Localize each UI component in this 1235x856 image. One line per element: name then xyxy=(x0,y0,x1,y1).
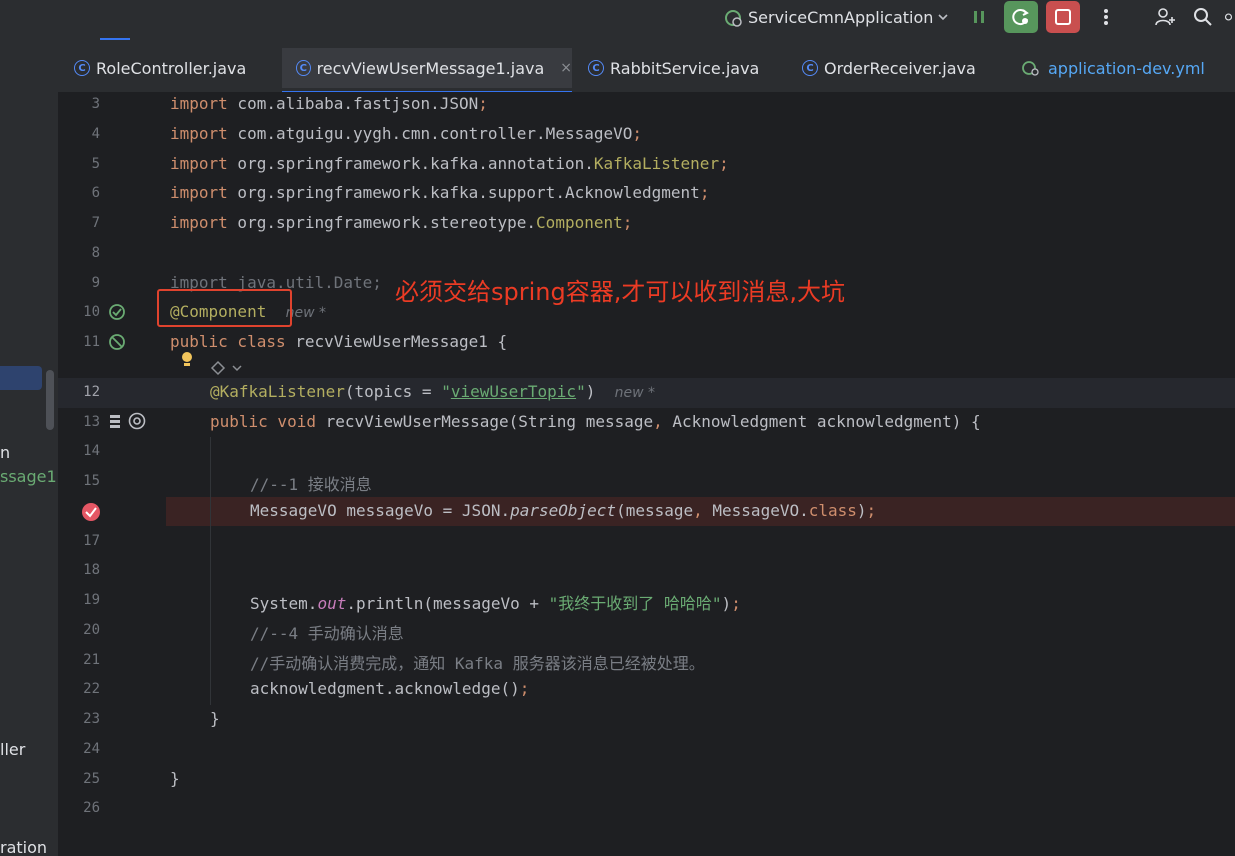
code-line: public class recvViewUserMessage1 { xyxy=(170,332,508,351)
more-actions-button[interactable] xyxy=(1089,1,1123,33)
chevron-down-icon xyxy=(938,14,949,21)
line-number: 20 xyxy=(83,622,100,638)
spring-boot-icon xyxy=(725,10,742,27)
indent-guide xyxy=(210,437,211,705)
add-user-icon xyxy=(1155,8,1175,26)
code-line: import com.atguigu.yygh.cmn.controller.M… xyxy=(170,124,643,143)
line-number: 9 xyxy=(91,275,100,291)
code-line: //手动确认消费完成，通知 Kafka 服务器该消息已经被处理。 xyxy=(250,654,705,673)
line-number: 5 xyxy=(91,156,100,172)
line-number: 10 xyxy=(83,304,100,320)
settings-button[interactable] xyxy=(1222,1,1235,33)
tree-item-fragment[interactable]: ssage1 xyxy=(0,467,57,486)
line-number: 17 xyxy=(83,533,100,549)
pause-button[interactable] xyxy=(962,1,996,33)
tab-label: RoleController.java xyxy=(96,58,247,78)
code-line: import org.springframework.kafka.support… xyxy=(170,183,710,202)
tree-item-fragment[interactable]: ller xyxy=(0,740,25,759)
annotation-note: 必须交给spring容器,才可以收到消息,大坑 xyxy=(395,278,845,306)
code-line: } xyxy=(210,709,220,728)
code-line: System.out.println(messageVo + "我终于收到了 哈… xyxy=(250,594,741,613)
class-icon: C xyxy=(296,60,311,76)
tab-label: recvViewUserMessage1.java xyxy=(316,58,545,78)
pause-icon xyxy=(974,11,984,23)
code-line: import org.springframework.kafka.annotat… xyxy=(170,154,729,173)
line-number: 3 xyxy=(91,96,100,112)
project-panel: n ssage1 ller ration xyxy=(0,92,58,856)
code-line: //--4 手动确认消息 xyxy=(250,624,404,643)
ai-actions-icon[interactable] xyxy=(209,359,243,377)
add-user-button[interactable] xyxy=(1148,1,1182,33)
code-line: @KafkaListener(topics = "viewUserTopic")… xyxy=(210,382,655,401)
tab-rabbit-service[interactable]: C RabbitService.java xyxy=(588,48,768,88)
line-number: 15 xyxy=(83,473,100,489)
code-line: //--1 接收消息 xyxy=(250,475,372,494)
line-number: 8 xyxy=(91,245,100,261)
class-icon: C xyxy=(802,60,818,76)
more-vertical-icon xyxy=(1104,9,1108,25)
line-number: 18 xyxy=(83,562,100,578)
tab-application-dev-yml[interactable]: application-dev.yml xyxy=(1020,48,1220,88)
code-line: } xyxy=(170,769,180,788)
line-number: 12 xyxy=(83,384,100,400)
tree-item-fragment[interactable]: ration xyxy=(0,838,47,856)
annotation-highlight-box xyxy=(157,289,292,327)
line-number: 6 xyxy=(91,185,100,201)
database-icon[interactable] xyxy=(107,412,123,430)
stop-button[interactable] xyxy=(1046,1,1080,33)
code-line: import org.springframework.stereotype.Co… xyxy=(170,213,633,232)
yaml-icon xyxy=(1022,61,1039,76)
gear-icon xyxy=(1224,13,1233,21)
line-number: 4 xyxy=(91,126,100,142)
class-icon: C xyxy=(588,60,604,76)
rerun-icon xyxy=(1012,9,1029,26)
spring-bean-icon[interactable] xyxy=(107,302,127,322)
rerun-button[interactable] xyxy=(1004,1,1038,33)
search-icon xyxy=(1194,8,1212,26)
line-number: 25 xyxy=(83,771,100,787)
scrollbar[interactable] xyxy=(46,370,54,430)
run-configuration-selector[interactable]: ServiceCmnApplication xyxy=(722,4,949,30)
tree-item-fragment[interactable]: n xyxy=(0,443,10,462)
selected-tree-item[interactable] xyxy=(0,366,42,390)
class-icon: C xyxy=(74,60,90,76)
line-number: 21 xyxy=(83,652,100,668)
code-line: import com.alibaba.fastjson.JSON; xyxy=(170,94,488,113)
line-number: 11 xyxy=(83,334,100,350)
at-icon[interactable] xyxy=(127,411,147,431)
line-number: 22 xyxy=(83,681,100,697)
line-number: 23 xyxy=(83,711,100,727)
spring-bean-icon[interactable] xyxy=(107,332,127,352)
run-config-label: ServiceCmnApplication xyxy=(748,7,934,27)
close-icon[interactable]: × xyxy=(560,60,572,76)
tab-recv-view-user-message1[interactable]: C recvViewUserMessage1.java × xyxy=(282,48,572,94)
lightbulb-icon[interactable] xyxy=(179,350,195,370)
tab-label: RabbitService.java xyxy=(610,58,760,78)
search-button[interactable] xyxy=(1186,1,1220,33)
code-line: acknowledgment.acknowledge(); xyxy=(250,679,530,698)
line-number: 26 xyxy=(83,800,100,816)
tab-label: OrderReceiver.java xyxy=(824,58,976,78)
top-toolbar: ServiceCmnApplication xyxy=(0,0,1235,40)
line-number: 13 xyxy=(83,414,100,430)
line-number: 14 xyxy=(83,443,100,459)
tab-label: application-dev.yml xyxy=(1048,58,1205,78)
tab-order-receiver[interactable]: C OrderReceiver.java xyxy=(802,48,982,88)
line-number: 19 xyxy=(83,592,100,608)
line-number: 7 xyxy=(91,215,100,231)
code-line: MessageVO messageVo = JSON.parseObject(m… xyxy=(250,501,877,520)
stop-icon xyxy=(1055,9,1071,25)
code-line: public void recvViewUserMessage(String m… xyxy=(210,412,981,431)
breakpoint-icon[interactable] xyxy=(80,501,102,523)
editor-tabs: C RoleController.java C recvViewUserMess… xyxy=(0,40,1235,94)
tab-role-controller[interactable]: C RoleController.java xyxy=(74,48,264,88)
line-number: 24 xyxy=(83,741,100,757)
